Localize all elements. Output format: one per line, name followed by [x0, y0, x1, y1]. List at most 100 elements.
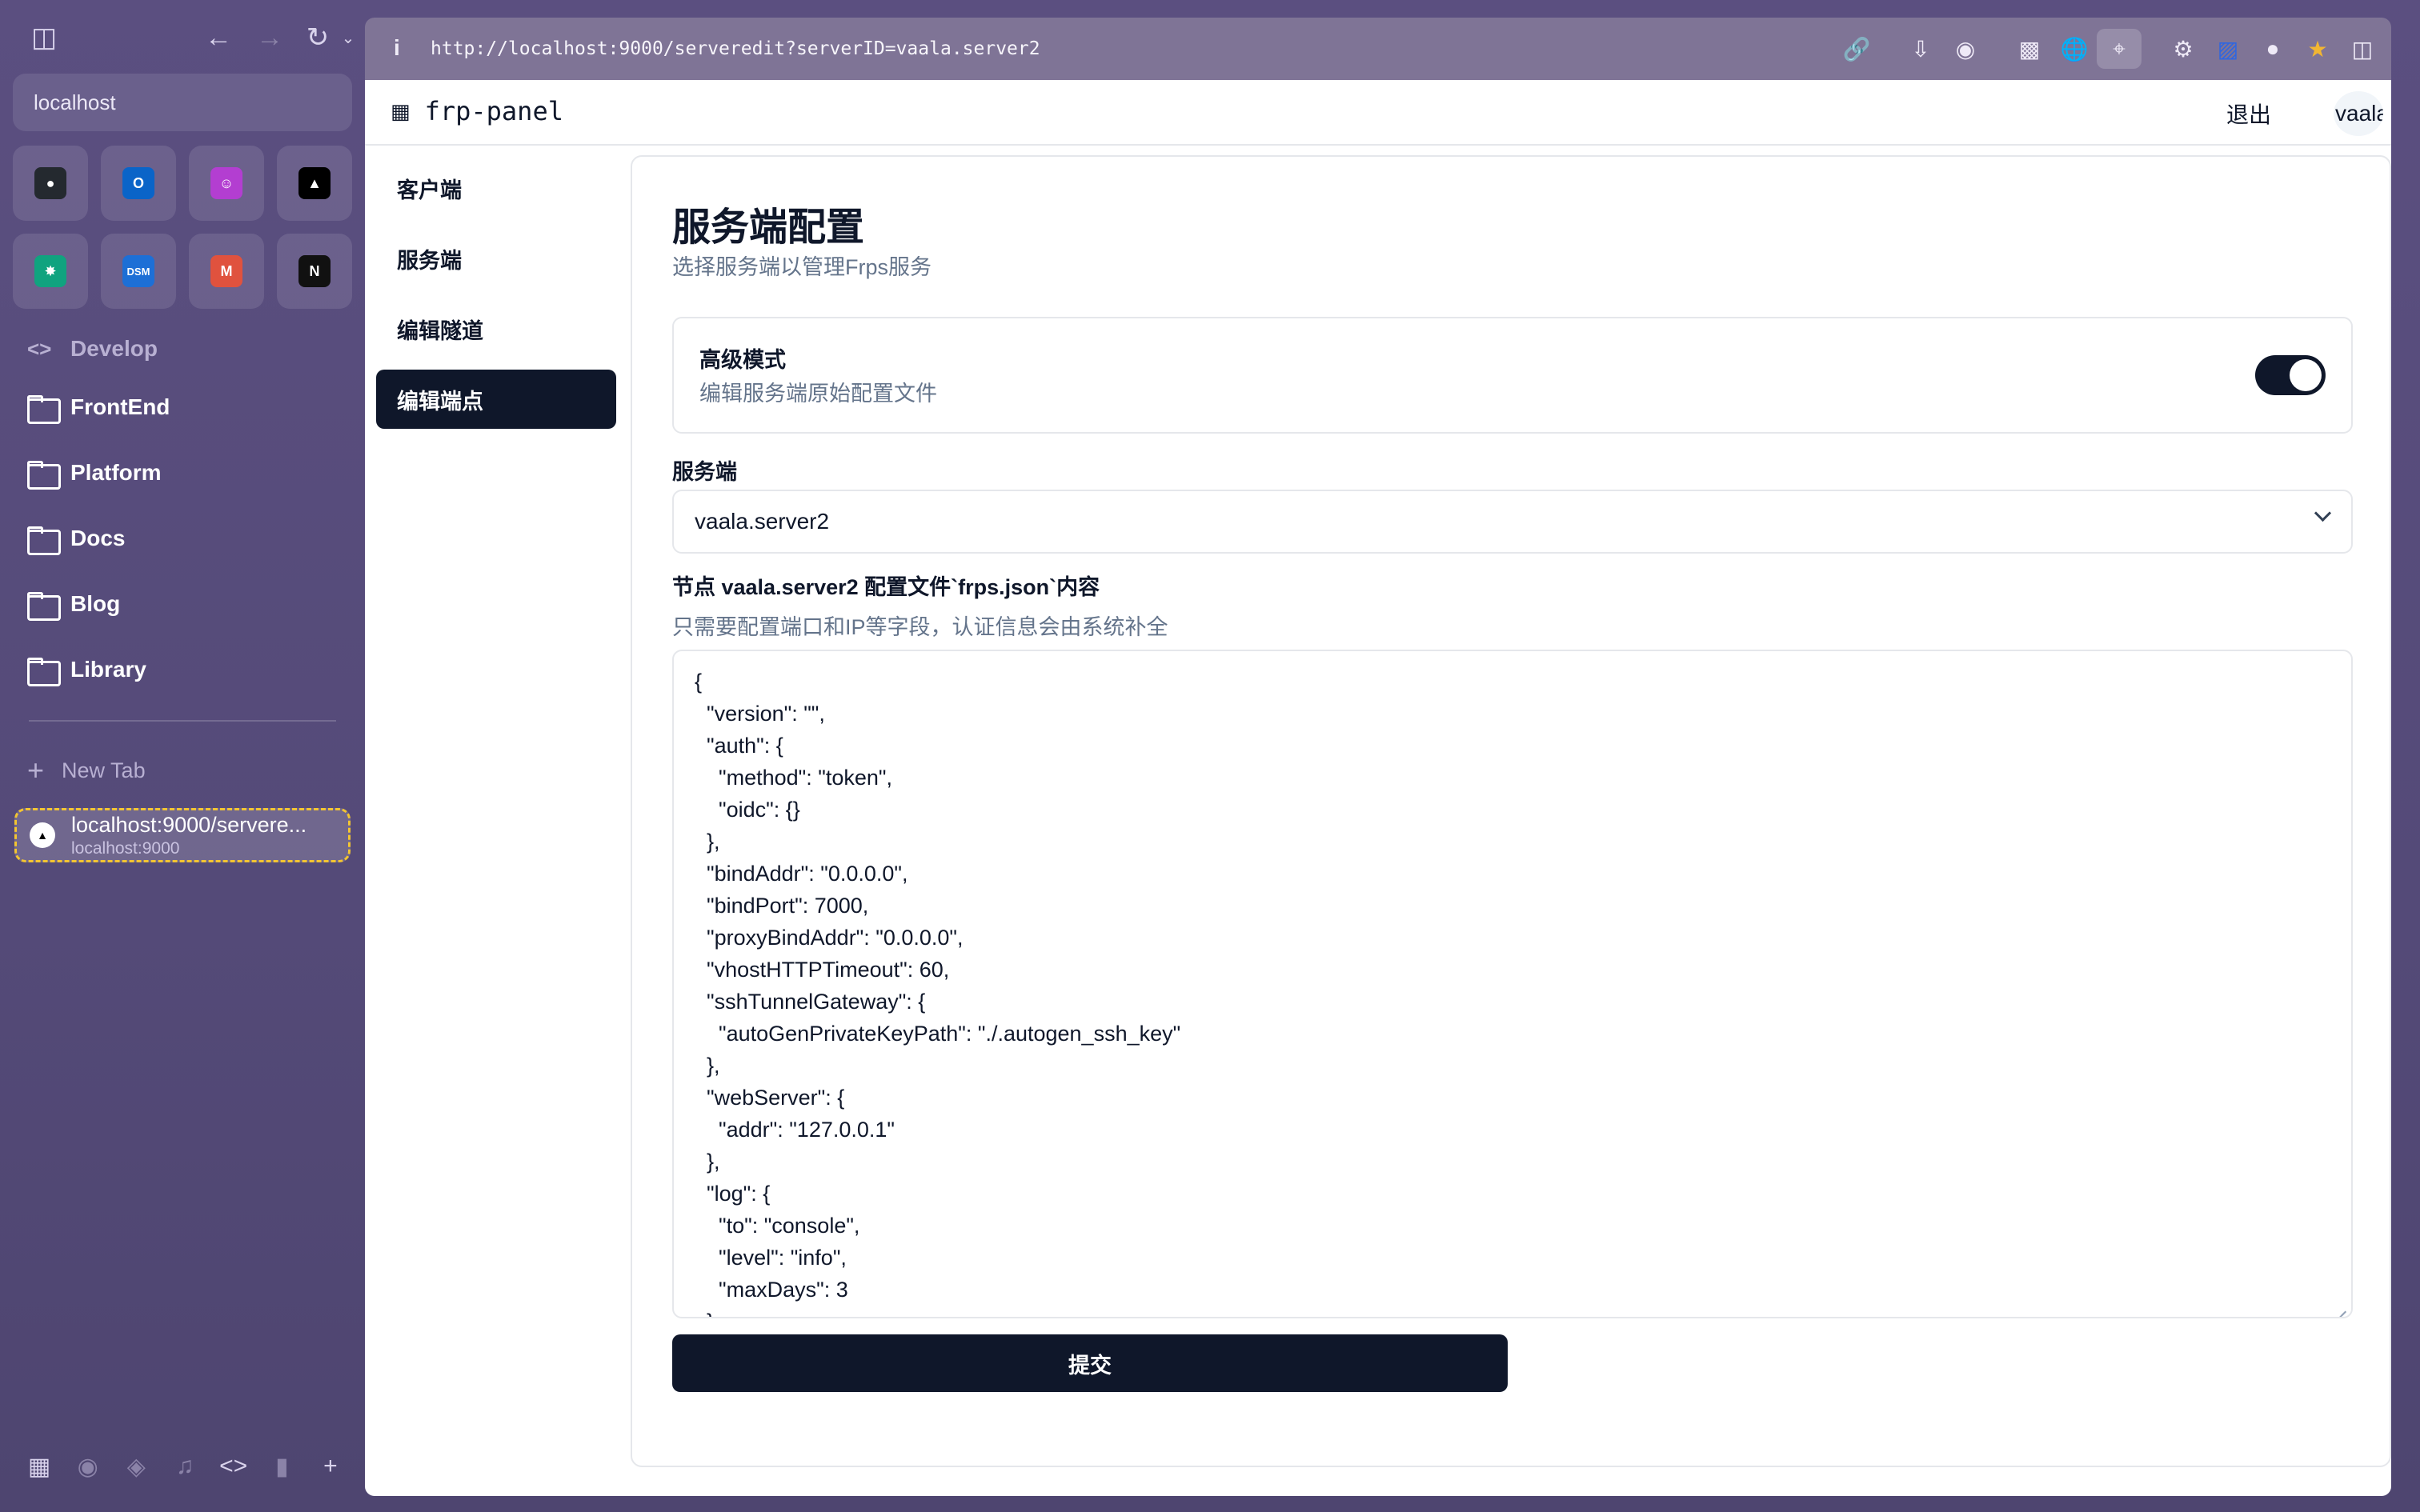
sidebar-folder-library[interactable]: Library [13, 637, 352, 702]
dsm-icon: DSM [122, 255, 154, 287]
server-select-value: vaala.server2 [695, 509, 830, 534]
sidebar-item-label: Develop [70, 336, 158, 361]
sidebar-top-controls: ◫ ← → ↻ ⌄ [24, 18, 355, 58]
advanced-mode-title: 高级模式 [699, 348, 786, 372]
tab-title: localhost:9000/servere... [71, 812, 307, 837]
resize-handle-icon[interactable] [2335, 1301, 2348, 1314]
server-config-card: 服务端配置 选择服务端以管理Frps服务 高级模式 编辑服务端原始配置文件 服务… [631, 155, 2391, 1467]
folder-icon [27, 658, 61, 686]
site-info-icon[interactable]: i [394, 35, 400, 61]
sidebar-folder-blog[interactable]: Blog [13, 571, 352, 637]
outlook-icon: O [122, 167, 154, 199]
copy-link-icon[interactable]: 🔗 [1834, 29, 1879, 69]
new-tab-button[interactable]: + New Tab [27, 750, 146, 790]
back-icon[interactable]: ← [198, 18, 238, 58]
gmail-icon: M [210, 255, 242, 287]
sidebar-toggle-icon[interactable]: ◫ [24, 18, 64, 58]
browser-toolbar: i http://localhost:9000/serveredit?serve… [365, 18, 2391, 80]
code-icon: <> [27, 336, 52, 361]
sidebar-item-develop[interactable]: <> Develop [13, 323, 352, 374]
github-icon: ● [34, 167, 66, 199]
target-icon[interactable]: ⌖ [2097, 29, 2142, 69]
app-header: ▦ frp-panel 退出 vaala [365, 80, 2391, 146]
favorite-tile[interactable]: M [189, 234, 264, 309]
config-text: { "version": "", "auth": { "method": "to… [695, 670, 1181, 1317]
space-turtle-icon[interactable]: ◉ [70, 1453, 106, 1481]
sidebar-item-label: Platform [70, 460, 162, 485]
extensions-icon[interactable]: ⚙ [2161, 29, 2206, 69]
network-icon: ▦ [391, 98, 411, 123]
terminal-icon[interactable]: ▩ [2007, 29, 2052, 69]
advanced-mode-description: 编辑服务端原始配置文件 [699, 382, 937, 406]
new-tab-label: New Tab [62, 758, 146, 782]
page-title: 服务端配置 [672, 206, 865, 249]
app-nav: 客户端服务端编辑隧道编辑端点 [376, 158, 616, 440]
vercel-tab-icon: ▲ [30, 822, 55, 848]
sidebar-divider [29, 720, 336, 722]
code-space-icon[interactable]: <> [215, 1453, 252, 1481]
nav-item[interactable]: 服务端 [376, 229, 616, 288]
nav-item[interactable]: 编辑隧道 [376, 299, 616, 358]
bitwarden-icon[interactable]: ▨ [2206, 29, 2250, 69]
folder-icon [27, 395, 61, 424]
sidebar-folder-platform[interactable]: Platform [13, 440, 352, 506]
favorite-tile[interactable]: ● [13, 146, 88, 221]
camera-icon[interactable]: ◉ [1943, 29, 1988, 69]
nav-item[interactable]: 编辑端点 [376, 370, 616, 429]
favorite-tile[interactable]: ☺ [189, 146, 264, 221]
user-avatar[interactable]: vaala [2334, 91, 2383, 136]
config-textarea[interactable]: { "version": "", "auth": { "method": "to… [672, 650, 2353, 1318]
brand[interactable]: ▦ frp-panel [391, 96, 563, 126]
download-icon[interactable]: ⇩ [1898, 29, 1943, 69]
sidebar-item-label: Docs [70, 526, 126, 550]
space-whale-icon[interactable]: ◈ [118, 1453, 154, 1481]
submit-button[interactable]: 提交 [672, 1334, 1508, 1392]
favorite-tile[interactable]: N [277, 234, 352, 309]
browser-sidebar: ◫ ← → ↻ ⌄ localhost ● O ☺ ▲ ✸ DSM M N <> Develo… [0, 0, 365, 1512]
favorite-tile[interactable]: DSM [101, 234, 176, 309]
tiger-extension-icon[interactable]: ★ [2295, 29, 2340, 69]
chevron-down-icon [2314, 507, 2330, 523]
sidebar-item-label: Library [70, 657, 146, 682]
address-bar[interactable]: http://localhost:9000/serveredit?serverI… [431, 38, 1040, 59]
sidebar-folder-docs[interactable]: Docs [13, 506, 352, 571]
tab-host: localhost:9000 [71, 838, 180, 858]
folder-icon [27, 592, 61, 621]
active-tab[interactable]: ▲ localhost:9000/servere... localhost:90… [14, 808, 351, 862]
favorite-tile[interactable]: ▲ [277, 146, 352, 221]
nav-item[interactable]: 客户端 [376, 158, 616, 218]
notion-icon: N [298, 255, 331, 287]
config-file-hint: 只需要配置端口和IP等字段，认证信息会由系统补全 [672, 615, 1168, 639]
chat-bot-icon: ☺ [210, 167, 242, 199]
logout-button[interactable]: 退出 [2226, 98, 2271, 130]
server-label: 服务端 [672, 460, 737, 484]
globe-icon[interactable]: 🌐 [2052, 29, 2097, 69]
web-page: ▦ frp-panel 退出 vaala 客户端 服务端 编辑隧道 编辑端点 服务端配… [365, 80, 2391, 1496]
favorite-tile[interactable]: O [101, 146, 176, 221]
server-select[interactable]: vaala.server2 [672, 490, 2353, 554]
split-view-icon[interactable]: ◫ [2340, 29, 2385, 69]
avatar-username: vaala [2335, 101, 2383, 126]
archive-icon[interactable]: ▦ [21, 1453, 58, 1481]
plus-icon: + [27, 754, 45, 786]
sidebar-item-label: Blog [70, 591, 121, 616]
folder-icon [27, 526, 61, 555]
page-subtitle: 选择服务端以管理Frps服务 [672, 255, 932, 279]
vercel-icon: ▲ [298, 167, 331, 199]
toolbar-icons: 🔗 ⇩ ◉ ▩ 🌐 ⌖ ⚙ ▨ ● ★ ◫ [1834, 29, 2385, 69]
sidebar-folder-list: <> Develop FrontEnd Platform Docs Blog L… [13, 323, 352, 702]
add-space-icon[interactable]: + [312, 1453, 349, 1481]
reload-menu-chevron-icon[interactable]: ⌄ [328, 18, 368, 58]
advanced-mode-toggle[interactable] [2255, 355, 2326, 395]
favorites-grid: ● O ☺ ▲ ✸ DSM M N [13, 146, 352, 309]
advanced-mode-panel: 高级模式 编辑服务端原始配置文件 [672, 317, 2353, 434]
csp-icon[interactable]: ● [2250, 29, 2295, 69]
chatgpt-icon: ✸ [34, 255, 66, 287]
music-icon[interactable]: ♫ [166, 1453, 203, 1481]
forward-icon[interactable]: → [250, 18, 290, 58]
sidebar-folder-frontend[interactable]: FrontEnd [13, 374, 352, 440]
favorite-tile[interactable]: ✸ [13, 234, 88, 309]
folder-icon [27, 461, 61, 490]
sidebar-address-field[interactable]: localhost [13, 74, 352, 131]
note-icon[interactable]: ▮ [263, 1453, 300, 1481]
